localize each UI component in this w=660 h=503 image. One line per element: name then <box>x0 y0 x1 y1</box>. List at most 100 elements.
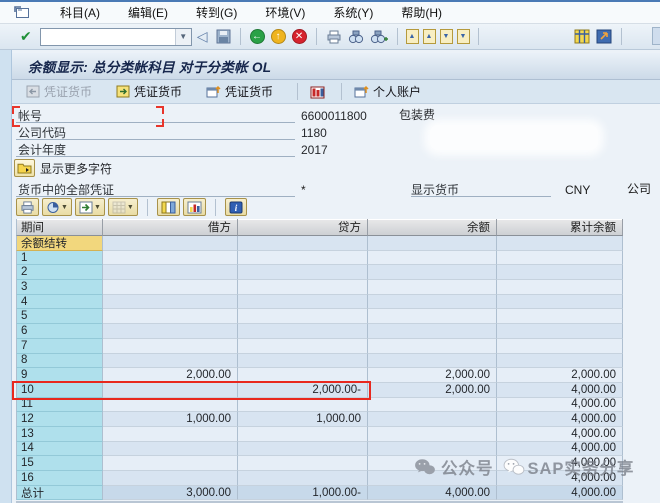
alv-chart-button[interactable] <box>183 198 206 216</box>
cumulative-balance-cell[interactable] <box>497 295 623 310</box>
find-icon[interactable] <box>348 30 364 44</box>
print-icon[interactable] <box>326 30 342 44</box>
balance-cell[interactable]: 4,000.00 <box>368 486 497 501</box>
balance-cell[interactable] <box>368 324 497 339</box>
debit-cell[interactable] <box>103 324 238 339</box>
cumulative-balance-cell[interactable] <box>497 236 623 251</box>
help-icon-cut[interactable] <box>652 27 660 45</box>
credit-cell[interactable] <box>238 354 368 369</box>
balance-cell[interactable]: 2,000.00 <box>368 368 497 383</box>
credit-cell[interactable] <box>238 265 368 280</box>
command-input[interactable] <box>41 29 175 45</box>
menu-item-account[interactable]: 科目(A) <box>46 2 114 23</box>
debit-cell[interactable] <box>103 354 238 369</box>
credit-cell[interactable] <box>238 251 368 266</box>
balance-cell[interactable] <box>368 295 497 310</box>
debit-cell[interactable] <box>103 471 238 486</box>
credit-cell[interactable] <box>238 309 368 324</box>
folder-icon[interactable] <box>14 159 35 177</box>
previous-page-icon[interactable]: ▲ <box>423 29 436 44</box>
credit-cell[interactable] <box>238 456 368 471</box>
column-header[interactable]: 贷方 <box>238 219 368 236</box>
credit-cell[interactable] <box>238 442 368 457</box>
debit-cell[interactable] <box>103 280 238 295</box>
document-currency-window-button[interactable]: 凭证货币 <box>200 81 279 102</box>
create-shortcut-icon[interactable] <box>596 29 612 44</box>
credit-cell[interactable] <box>238 295 368 310</box>
column-header[interactable]: 余额 <box>368 219 497 236</box>
period-cell[interactable]: 4 <box>16 295 103 310</box>
cumulative-balance-cell[interactable]: 4,000.00 <box>497 427 623 442</box>
cancel-icon[interactable]: ✕ <box>292 29 307 44</box>
cumulative-balance-cell[interactable]: 4,000.00 <box>497 412 623 427</box>
cumulative-balance-cell[interactable] <box>497 309 623 324</box>
period-cell[interactable]: 3 <box>16 280 103 295</box>
last-page-icon[interactable]: ▼ <box>457 29 470 44</box>
first-page-icon[interactable]: ▲ <box>406 29 419 44</box>
debit-cell[interactable] <box>103 309 238 324</box>
alv-info-button[interactable]: i <box>225 198 247 216</box>
new-session-icon[interactable] <box>574 29 590 44</box>
company-code-value[interactable]: 1180 <box>301 126 393 140</box>
menu-item-help[interactable]: 帮助(H) <box>387 2 456 23</box>
period-cell[interactable]: 15 <box>16 456 103 471</box>
cumulative-balance-cell[interactable] <box>497 339 623 354</box>
cumulative-balance-cell[interactable]: 4,000.00 <box>497 383 623 398</box>
credit-cell[interactable]: 1,000.00 <box>238 412 368 427</box>
find-next-icon[interactable] <box>370 30 388 44</box>
balance-cell[interactable]: 2,000.00 <box>368 383 497 398</box>
balance-cell[interactable] <box>368 339 497 354</box>
period-cell[interactable]: 16 <box>16 471 103 486</box>
period-cell[interactable]: 余额结转 <box>16 236 103 251</box>
menu-item-environment[interactable]: 环境(V) <box>251 2 319 23</box>
debit-cell[interactable] <box>103 251 238 266</box>
debit-cell[interactable] <box>103 456 238 471</box>
credit-cell[interactable] <box>238 427 368 442</box>
credit-cell[interactable] <box>238 280 368 295</box>
period-cell[interactable]: 总计 <box>16 486 103 501</box>
credit-cell[interactable]: 1,000.00- <box>238 486 368 501</box>
cumulative-balance-cell[interactable]: 4,000.00 <box>497 398 623 413</box>
cumulative-balance-cell[interactable] <box>497 265 623 280</box>
column-header[interactable]: 累计余额 <box>497 219 623 236</box>
balance-cell[interactable] <box>368 265 497 280</box>
cumulative-balance-cell[interactable] <box>497 251 623 266</box>
show-more-chars[interactable]: 显示更多字符 <box>14 159 112 177</box>
menu-item-edit[interactable]: 编辑(E) <box>114 2 182 23</box>
balance-cell[interactable] <box>368 354 497 369</box>
period-cell[interactable]: 5 <box>16 309 103 324</box>
period-cell[interactable]: 7 <box>16 339 103 354</box>
column-header[interactable]: 借方 <box>103 219 238 236</box>
exit-icon[interactable]: ↑ <box>271 29 286 44</box>
enter-check-icon[interactable]: ✔ <box>20 28 32 45</box>
credit-cell[interactable] <box>238 324 368 339</box>
period-cell[interactable]: 12 <box>16 412 103 427</box>
command-dropdown-icon[interactable]: ▼ <box>175 29 191 45</box>
debit-cell[interactable]: 3,000.00 <box>103 486 238 501</box>
save-icon[interactable] <box>216 29 231 44</box>
all-documents-currency-value[interactable]: * <box>301 183 411 197</box>
debit-cell[interactable] <box>103 295 238 310</box>
fiscal-year-value[interactable]: 2017 <box>301 143 393 157</box>
personal-account-button[interactable]: 个人账户 <box>348 81 427 102</box>
debit-cell[interactable] <box>103 236 238 251</box>
next-page-icon[interactable]: ▼ <box>440 29 453 44</box>
balance-cell[interactable] <box>368 251 497 266</box>
credit-cell[interactable] <box>238 236 368 251</box>
period-cell[interactable]: 6 <box>16 324 103 339</box>
display-currency-value[interactable]: CNY <box>565 183 627 197</box>
credit-cell[interactable] <box>238 339 368 354</box>
debit-cell[interactable] <box>103 265 238 280</box>
alv-print-button[interactable] <box>16 198 39 216</box>
cumulative-balance-cell[interactable]: 2,000.00 <box>497 368 623 383</box>
credit-cell[interactable] <box>238 471 368 486</box>
account-value[interactable]: 6600011800 <box>301 109 393 123</box>
command-field[interactable]: ▼ <box>40 28 192 46</box>
period-cell[interactable]: 8 <box>16 354 103 369</box>
back-triangle-icon[interactable]: ◁ <box>197 28 208 45</box>
balance-cell[interactable] <box>368 309 497 324</box>
balance-cell[interactable] <box>368 280 497 295</box>
period-cell[interactable]: 1 <box>16 251 103 266</box>
balance-cell[interactable] <box>368 398 497 413</box>
balance-cell[interactable] <box>368 412 497 427</box>
